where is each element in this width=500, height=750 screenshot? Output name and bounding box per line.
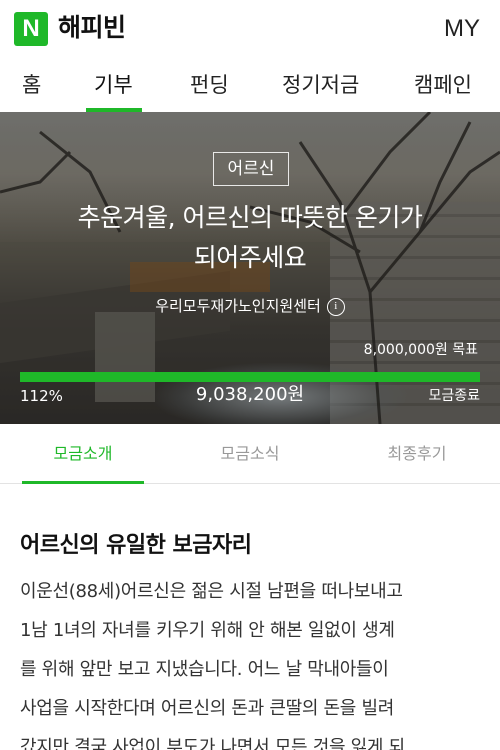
info-icon[interactable]: i bbox=[326, 297, 345, 316]
nav-item-home[interactable]: 홈 bbox=[22, 68, 41, 102]
content-tabs: 모금소개 모금소식 최종후기 bbox=[0, 424, 500, 484]
brand-title[interactable]: 해피빈 bbox=[58, 10, 126, 46]
raised-amount: 9,038,200원 bbox=[195, 384, 305, 405]
global-nav: 홈 기부 펀딩 정기저금 캠페인 bbox=[0, 62, 500, 112]
story-line: 1남 1녀의 자녀를 키우기 위해 안 해본 일없이 생계 bbox=[20, 620, 395, 641]
nav-item-donate[interactable]: 기부 bbox=[94, 68, 133, 102]
story-line: 갔지만 결국 사업이 부도가 나면서 모든 것을 잃게 되 bbox=[20, 737, 405, 750]
progress-bar-fill bbox=[20, 372, 480, 382]
story-heading: 어르신의 유일한 보금자리 bbox=[20, 533, 252, 558]
campaign-title: 추운겨울, 어르신의 따뜻한 온기가 되어주세요 bbox=[77, 203, 423, 272]
organization-name[interactable]: 우리모두재가노인지원센터 bbox=[155, 297, 321, 315]
category-tag: 어르신 bbox=[213, 152, 289, 186]
top-bar: N 해피빈 MY bbox=[0, 0, 500, 56]
tab-news[interactable]: 모금소식 bbox=[167, 424, 333, 484]
nav-item-funding[interactable]: 펀딩 bbox=[190, 68, 229, 102]
nav-item-regular-saving[interactable]: 정기저금 bbox=[282, 68, 359, 102]
tab-final-review[interactable]: 최종후기 bbox=[334, 424, 500, 484]
goal-amount: 8,000,000원 목표 bbox=[363, 342, 478, 358]
story-section: 어르신의 유일한 보금자리 이운선(88세)어르신은 젊은 시절 남편을 떠나보… bbox=[20, 520, 490, 750]
naver-logo-icon[interactable]: N bbox=[14, 12, 48, 46]
story-line: 이운선(88세)어르신은 젊은 시절 남편을 떠나보내고 bbox=[20, 581, 403, 602]
campaign-hero: 어르신 추운겨울, 어르신의 따뜻한 온기가 되어주세요 우리모두재가노인지원센… bbox=[0, 112, 500, 424]
tab-introduction[interactable]: 모금소개 bbox=[0, 424, 166, 484]
story-line: 사업을 시작한다며 어르신의 돈과 큰딸의 돈을 빌려 bbox=[20, 698, 394, 719]
progress-bar bbox=[20, 372, 480, 382]
tab-active-indicator bbox=[22, 481, 144, 484]
status-label: 모금종료 bbox=[428, 388, 480, 404]
my-page-link[interactable]: MY bbox=[444, 12, 480, 46]
nav-item-campaign[interactable]: 캠페인 bbox=[414, 68, 472, 102]
organization-link[interactable]: 우리모두재가노인지원센터 i bbox=[0, 294, 500, 318]
story-line: 를 위해 앞만 보고 지냈습니다. 어느 날 막내아들이 bbox=[20, 659, 389, 680]
story-paragraph: 이운선(88세)어르신은 젊은 시절 남편을 떠나보내고 1남 1녀의 자녀를 … bbox=[20, 572, 490, 750]
